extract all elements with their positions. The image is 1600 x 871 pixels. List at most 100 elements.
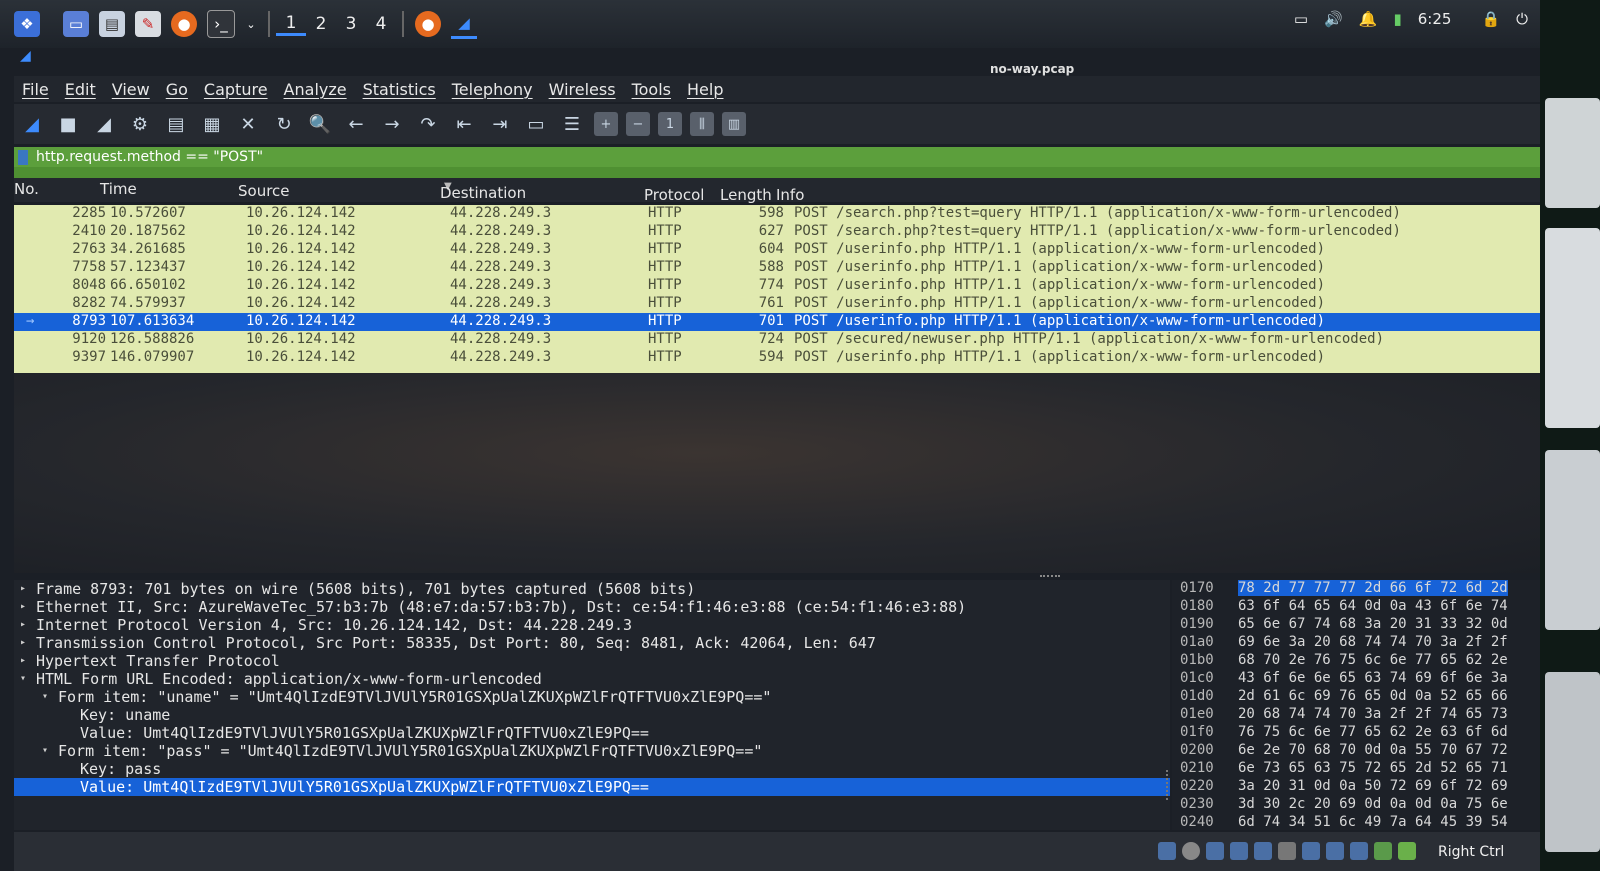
tree-item-value-uname[interactable]: Value: Umt4QlIzdE9TVlJVUlY5R01GSXpUalZKU… — [14, 724, 1170, 742]
display-icon[interactable] — [1302, 842, 1320, 860]
window-thumbnail[interactable] — [1545, 98, 1600, 208]
packet-row[interactable]: 8282 74.579937 10.26.124.142 44.228.249.… — [14, 295, 1540, 313]
vertical-splitter-handle[interactable] — [1166, 770, 1171, 800]
first-packet-icon[interactable]: ⇤ — [450, 110, 478, 138]
resize-columns-icon[interactable]: ⫼ — [690, 112, 714, 136]
menu-view[interactable]: View — [112, 80, 150, 99]
show-desktop-icon[interactable]: ▭ — [63, 11, 89, 37]
mouse-integration-icon[interactable] — [1374, 842, 1392, 860]
firefox-icon[interactable]: ● — [171, 11, 197, 37]
menu-file[interactable]: File — [22, 80, 49, 99]
window-thumbnail[interactable] — [1545, 228, 1600, 428]
recording-icon[interactable] — [1326, 842, 1344, 860]
stop-capture-icon[interactable]: ■ — [54, 110, 82, 138]
find-packet-icon[interactable]: 🔍 — [306, 110, 334, 138]
expand-arrow-icon[interactable]: ▸ — [20, 637, 26, 648]
autoscroll-icon[interactable]: ▭ — [522, 110, 550, 138]
column-destination[interactable]: Destination — [440, 184, 526, 202]
column-time[interactable]: Time — [100, 180, 137, 198]
tree-item-ipv4[interactable]: ▸ Internet Protocol Version 4, Src: 10.2… — [14, 616, 1170, 634]
tree-item-tcp[interactable]: ▸ Transmission Control Protocol, Src Por… — [14, 634, 1170, 652]
optical-drive-icon[interactable] — [1182, 842, 1200, 860]
packet-row[interactable]: 8048 66.650102 10.26.124.142 44.228.249.… — [14, 277, 1540, 295]
disk-icon[interactable] — [1158, 842, 1176, 860]
collapse-arrow-icon[interactable]: ▾ — [42, 745, 48, 756]
save-file-icon[interactable]: ▦ — [198, 110, 226, 138]
collapse-arrow-icon[interactable]: ▾ — [20, 673, 26, 684]
column-source[interactable]: Source — [238, 182, 290, 200]
menu-edit[interactable]: Edit — [65, 80, 96, 99]
packet-row[interactable]: 2410 20.187562 10.26.124.142 44.228.249.… — [14, 223, 1540, 241]
tree-item-form-encoded[interactable]: ▾ HTML Form URL Encoded: application/x-w… — [14, 670, 1170, 688]
window-thumbnail[interactable] — [1545, 672, 1600, 852]
column-info[interactable]: Info — [776, 186, 804, 204]
zoom-out-icon[interactable]: − — [626, 112, 650, 136]
tree-item-value-pass-selected[interactable]: Value: Umt4QlIzdE9TVlJVUlY5R01GSXpUalZKU… — [14, 778, 1170, 796]
cpu-icon[interactable] — [1350, 842, 1368, 860]
capture-options-icon[interactable]: ⚙ — [126, 110, 154, 138]
packet-row[interactable]: 2763 34.261685 10.26.124.142 44.228.249.… — [14, 241, 1540, 259]
expand-arrow-icon[interactable]: ▸ — [20, 655, 26, 666]
volume-icon[interactable]: 🔊 — [1324, 10, 1343, 28]
start-menu-icon[interactable]: ❖ — [14, 11, 40, 37]
last-packet-icon[interactable]: ⇥ — [486, 110, 514, 138]
shared-folders-icon[interactable] — [1278, 842, 1296, 860]
restart-capture-icon[interactable]: ◢ — [90, 110, 118, 138]
menu-go[interactable]: Go — [166, 80, 188, 99]
audio-icon[interactable] — [1206, 842, 1224, 860]
expand-arrow-icon[interactable]: ▸ — [20, 583, 26, 594]
packet-row-selected[interactable]: → 8793 107.613634 10.26.124.142 44.228.2… — [14, 313, 1540, 331]
display-icon[interactable]: ▭ — [1294, 10, 1308, 28]
workspace-2[interactable]: 2 — [306, 14, 336, 34]
tree-item-form-uname[interactable]: ▾ Form item: "uname" = "Umt4QlIzdE9TVlJV… — [14, 688, 1170, 706]
file-manager-icon[interactable]: ▤ — [99, 11, 125, 37]
reload-file-icon[interactable]: ↻ — [270, 110, 298, 138]
power-icon[interactable]: ⏻ — [1516, 10, 1528, 28]
network-icon[interactable] — [1230, 842, 1248, 860]
start-capture-icon[interactable]: ◢ — [18, 110, 46, 138]
clock[interactable]: 6:25 — [1418, 10, 1452, 28]
go-back-icon[interactable]: ← — [342, 110, 370, 138]
layout-icon[interactable]: ▥ — [722, 112, 746, 136]
lock-icon[interactable]: 🔒 — [1481, 10, 1500, 28]
collapse-arrow-icon[interactable]: ▾ — [42, 691, 48, 702]
menu-wireless[interactable]: Wireless — [549, 80, 616, 99]
terminal-icon[interactable]: ›_ — [207, 10, 235, 38]
workspace-3[interactable]: 3 — [336, 14, 366, 34]
menu-help[interactable]: Help — [687, 80, 723, 99]
column-protocol[interactable]: Protocol — [644, 186, 704, 204]
expand-arrow-icon[interactable]: ▸ — [20, 601, 26, 612]
window-thumbnail[interactable] — [1545, 450, 1600, 630]
bookmark-icon[interactable] — [18, 149, 28, 165]
go-forward-icon[interactable]: → — [378, 110, 406, 138]
usb-icon[interactable] — [1254, 842, 1272, 860]
firefox-window-icon[interactable]: ● — [415, 11, 441, 37]
menu-telephony[interactable]: Telephony — [452, 80, 533, 99]
zoom-in-icon[interactable]: + — [594, 112, 618, 136]
column-length[interactable]: Length — [720, 186, 772, 204]
wireshark-window-icon[interactable]: ◢ — [451, 10, 477, 39]
notification-bell-icon[interactable]: 🔔 — [1359, 10, 1378, 28]
packet-row[interactable]: 2285 10.572607 10.26.124.142 44.228.249.… — [14, 205, 1540, 223]
tree-item-ethernet[interactable]: ▸ Ethernet II, Src: AzureWaveTec_57:b3:7… — [14, 598, 1170, 616]
packet-row[interactable]: 9397 146.079907 10.26.124.142 44.228.249… — [14, 349, 1540, 367]
tree-item-http[interactable]: ▸ Hypertext Transfer Protocol — [14, 652, 1170, 670]
tree-item-frame[interactable]: ▸ Frame 8793: 701 bytes on wire (5608 bi… — [14, 580, 1170, 598]
tree-item-key-uname[interactable]: Key: uname — [14, 706, 1170, 724]
tree-item-key-pass[interactable]: Key: pass — [14, 760, 1170, 778]
display-filter-input[interactable] — [34, 148, 1438, 166]
go-to-packet-icon[interactable]: ↷ — [414, 110, 442, 138]
workspace-4[interactable]: 4 — [366, 14, 396, 34]
normal-size-icon[interactable]: 1 — [658, 112, 682, 136]
text-editor-icon[interactable]: ✎ — [135, 11, 161, 37]
battery-icon[interactable]: ▮ — [1393, 10, 1401, 28]
workspace-1[interactable]: 1 — [276, 13, 306, 36]
chevron-down-icon[interactable]: ⌄ — [245, 11, 257, 37]
close-file-icon[interactable]: ✕ — [234, 110, 262, 138]
colorize-icon[interactable]: ☰ — [558, 110, 586, 138]
expand-arrow-icon[interactable]: ▸ — [20, 619, 26, 630]
menu-tools[interactable]: Tools — [632, 80, 671, 99]
packet-row[interactable]: 7758 57.123437 10.26.124.142 44.228.249.… — [14, 259, 1540, 277]
column-no[interactable]: No. — [14, 180, 39, 198]
open-file-icon[interactable]: ▤ — [162, 110, 190, 138]
